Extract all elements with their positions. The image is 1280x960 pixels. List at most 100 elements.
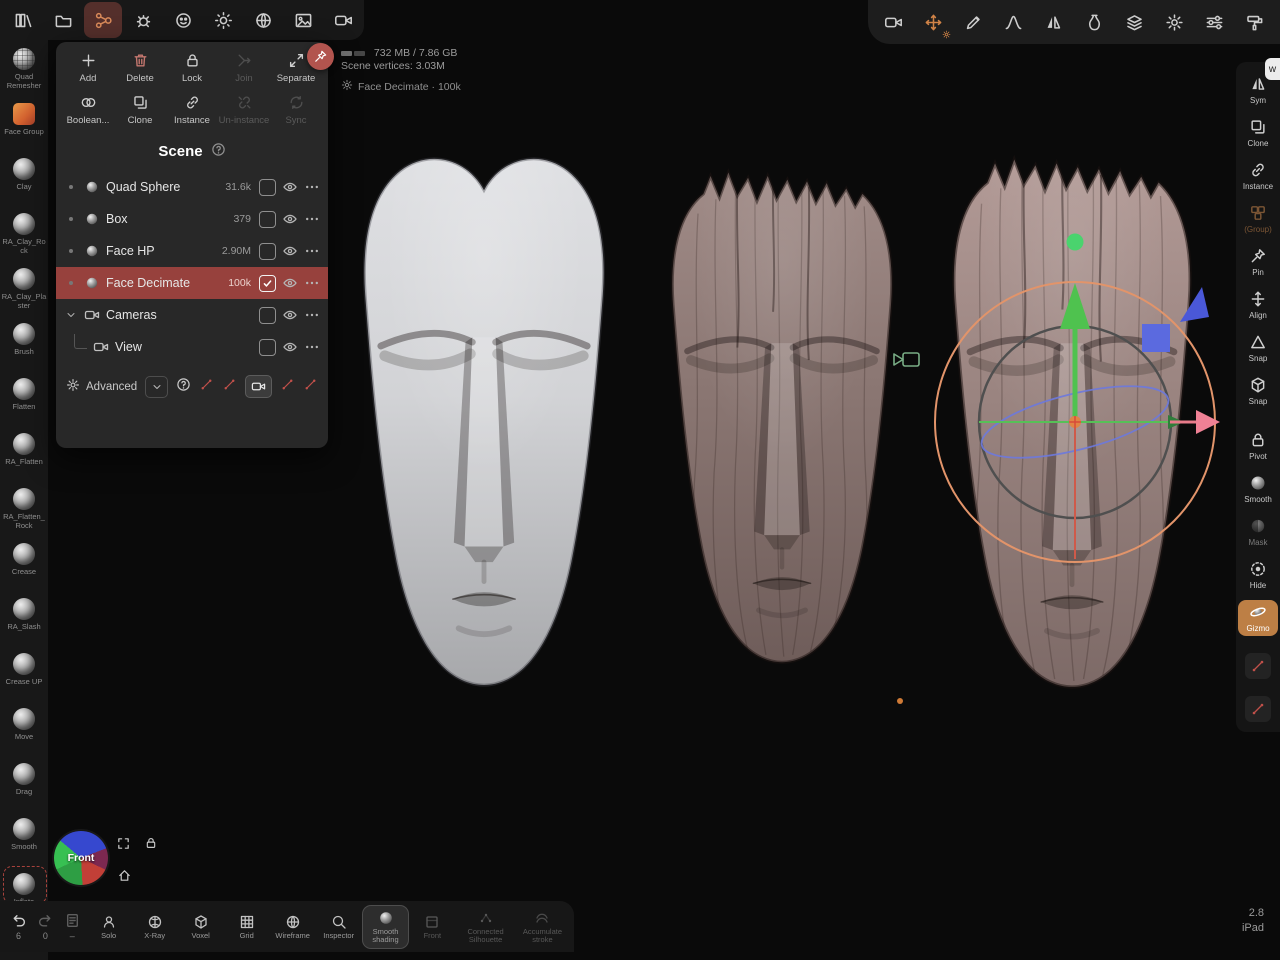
select-checkbox[interactable] [259, 179, 276, 196]
right-tool-snap[interactable]: Snap [1238, 330, 1278, 366]
right-tool-instance[interactable]: Instance [1238, 158, 1278, 194]
home-view-button[interactable] [117, 868, 132, 888]
gizmo-blue-arrow[interactable] [1180, 287, 1209, 322]
tool-ra-flatten[interactable]: RA_Flatten [0, 429, 48, 484]
instance-button[interactable]: Instance [166, 94, 218, 126]
sculpt-mesh-gray-mask[interactable] [338, 136, 630, 704]
tool-clay[interactable]: Clay [0, 154, 48, 209]
topbar-camera-view-button[interactable] [874, 4, 912, 40]
toggle-inspector[interactable]: Inspector [317, 910, 361, 944]
ellipsis-icon[interactable] [304, 211, 320, 227]
tool-smooth[interactable]: Smooth [0, 814, 48, 869]
topbar-environment-button[interactable] [244, 2, 282, 38]
eye-icon[interactable] [282, 275, 298, 291]
toggle-grid[interactable]: Grid [225, 910, 269, 944]
select-checkbox[interactable] [259, 275, 276, 292]
stroke-slash-1[interactable] [1245, 653, 1271, 679]
topbar-interface-button[interactable] [1196, 4, 1234, 40]
w-badge[interactable]: w [1265, 58, 1280, 80]
eye-icon[interactable] [282, 307, 298, 323]
view-lock-button[interactable] [144, 836, 158, 855]
eye-icon[interactable] [282, 243, 298, 259]
ellipsis-icon[interactable] [304, 339, 320, 355]
toggle-front[interactable]: Front [410, 910, 454, 944]
toggle-smooth-shading[interactable]: Smooth shading [363, 906, 409, 948]
right-tool-snap[interactable]: Snap [1238, 373, 1278, 409]
tool-ra-clay-rock[interactable]: RA_Clay_Rock [0, 209, 48, 264]
right-tool-pin[interactable]: Pin [1238, 244, 1278, 280]
orientation-ball[interactable]: Front [54, 831, 108, 885]
transform-gizmo[interactable] [930, 225, 1230, 575]
chevDown-icon[interactable] [65, 309, 77, 321]
ellipsis-icon[interactable] [304, 275, 320, 291]
topbar-lighting-button[interactable] [204, 2, 242, 38]
tool-quad-remesher[interactable]: Quad Remesher [0, 44, 48, 99]
tool-ra-flatten-rock[interactable]: RA_Flatten_Rock [0, 484, 48, 539]
ellipsis-icon[interactable] [304, 307, 320, 323]
help-icon[interactable] [211, 142, 226, 161]
select-checkbox[interactable] [259, 211, 276, 228]
boolean-button[interactable]: Boolean... [62, 94, 114, 126]
tool-flatten[interactable]: Flatten [0, 374, 48, 429]
scene-item-box[interactable]: Box379 [56, 203, 328, 235]
topbar-files-button[interactable] [44, 2, 82, 38]
tool-move[interactable]: Move [0, 704, 48, 759]
slash-toggle-4[interactable] [303, 377, 318, 397]
right-tool-group[interactable]: (Group) [1238, 201, 1278, 237]
topbar-render-button[interactable] [324, 2, 362, 38]
advanced-help-icon[interactable] [176, 377, 191, 397]
topbar-scene-graph-button[interactable] [84, 2, 122, 38]
camera-toggle-active[interactable] [245, 375, 272, 398]
tool-drag[interactable]: Drag [0, 759, 48, 814]
topbar-topology-button[interactable] [124, 2, 162, 38]
topbar-lathe-button[interactable] [1075, 4, 1113, 40]
toggle-voxel[interactable]: Voxel [179, 910, 223, 944]
toggle-wireframe[interactable]: Wireframe [271, 910, 315, 944]
scene-item-quad-sphere[interactable]: Quad Sphere31.6k [56, 171, 328, 203]
tool-ra-clay-plaster[interactable]: RA_Clay_Plaster [0, 264, 48, 319]
tool-crease[interactable]: Crease [0, 539, 48, 594]
scene-item-face-hp[interactable]: Face HP2.90M [56, 235, 328, 267]
eye-icon[interactable] [282, 339, 298, 355]
tool-brush[interactable]: Brush [0, 319, 48, 374]
clone-button[interactable]: Clone [114, 94, 166, 126]
topbar-post-process-button[interactable] [284, 2, 322, 38]
gizmo-top-handle[interactable] [1067, 234, 1084, 251]
gizmo-y-arrowhead[interactable] [1060, 283, 1090, 329]
history-button[interactable]: – [60, 912, 85, 941]
scene-item-face-decimate[interactable]: Face Decimate100k [56, 267, 328, 299]
eye-icon[interactable] [282, 211, 298, 227]
toggle-x-ray[interactable]: X-Ray [133, 910, 177, 944]
topbar-falloff-button[interactable] [995, 4, 1033, 40]
add-button[interactable]: Add [62, 52, 114, 84]
toggle-connected-silhouette[interactable]: Connected Silhouette [456, 906, 515, 948]
slash-toggle-1[interactable] [199, 377, 214, 397]
lock-button[interactable]: Lock [166, 52, 218, 84]
right-tool-gizmo[interactable]: Gizmo [1238, 600, 1278, 636]
scene-item-view[interactable]: View [56, 331, 328, 363]
advanced-button[interactable]: Advanced [66, 378, 137, 395]
stroke-slash-2[interactable] [1245, 696, 1271, 722]
right-tool-mask[interactable]: Mask [1238, 514, 1278, 550]
ellipsis-icon[interactable] [304, 243, 320, 259]
ellipsis-icon[interactable] [304, 179, 320, 195]
delete-button[interactable]: Delete [114, 52, 166, 84]
tool-crease-up[interactable]: Crease UP [0, 649, 48, 704]
right-tool-align[interactable]: Align [1238, 287, 1278, 323]
gizmo-plane-handle[interactable] [1142, 324, 1170, 352]
topbar-paint-button[interactable] [1236, 4, 1274, 40]
slash-toggle-3[interactable] [280, 377, 295, 397]
scene-camera-icon[interactable] [892, 350, 922, 370]
slash-toggle-2[interactable] [222, 377, 237, 397]
scene-item-cameras[interactable]: Cameras [56, 299, 328, 331]
eye-icon[interactable] [282, 179, 298, 195]
topbar-settings-button[interactable] [1155, 4, 1193, 40]
select-checkbox[interactable] [259, 339, 276, 356]
right-tool-smooth[interactable]: Smooth [1238, 471, 1278, 507]
select-checkbox[interactable] [259, 307, 276, 324]
right-tool-pivot[interactable]: Pivot [1238, 428, 1278, 464]
fullscreen-button[interactable] [116, 836, 131, 856]
panel-pin-button[interactable] [307, 43, 334, 70]
select-checkbox[interactable] [259, 243, 276, 260]
topbar-stroke-button[interactable] [955, 4, 993, 40]
